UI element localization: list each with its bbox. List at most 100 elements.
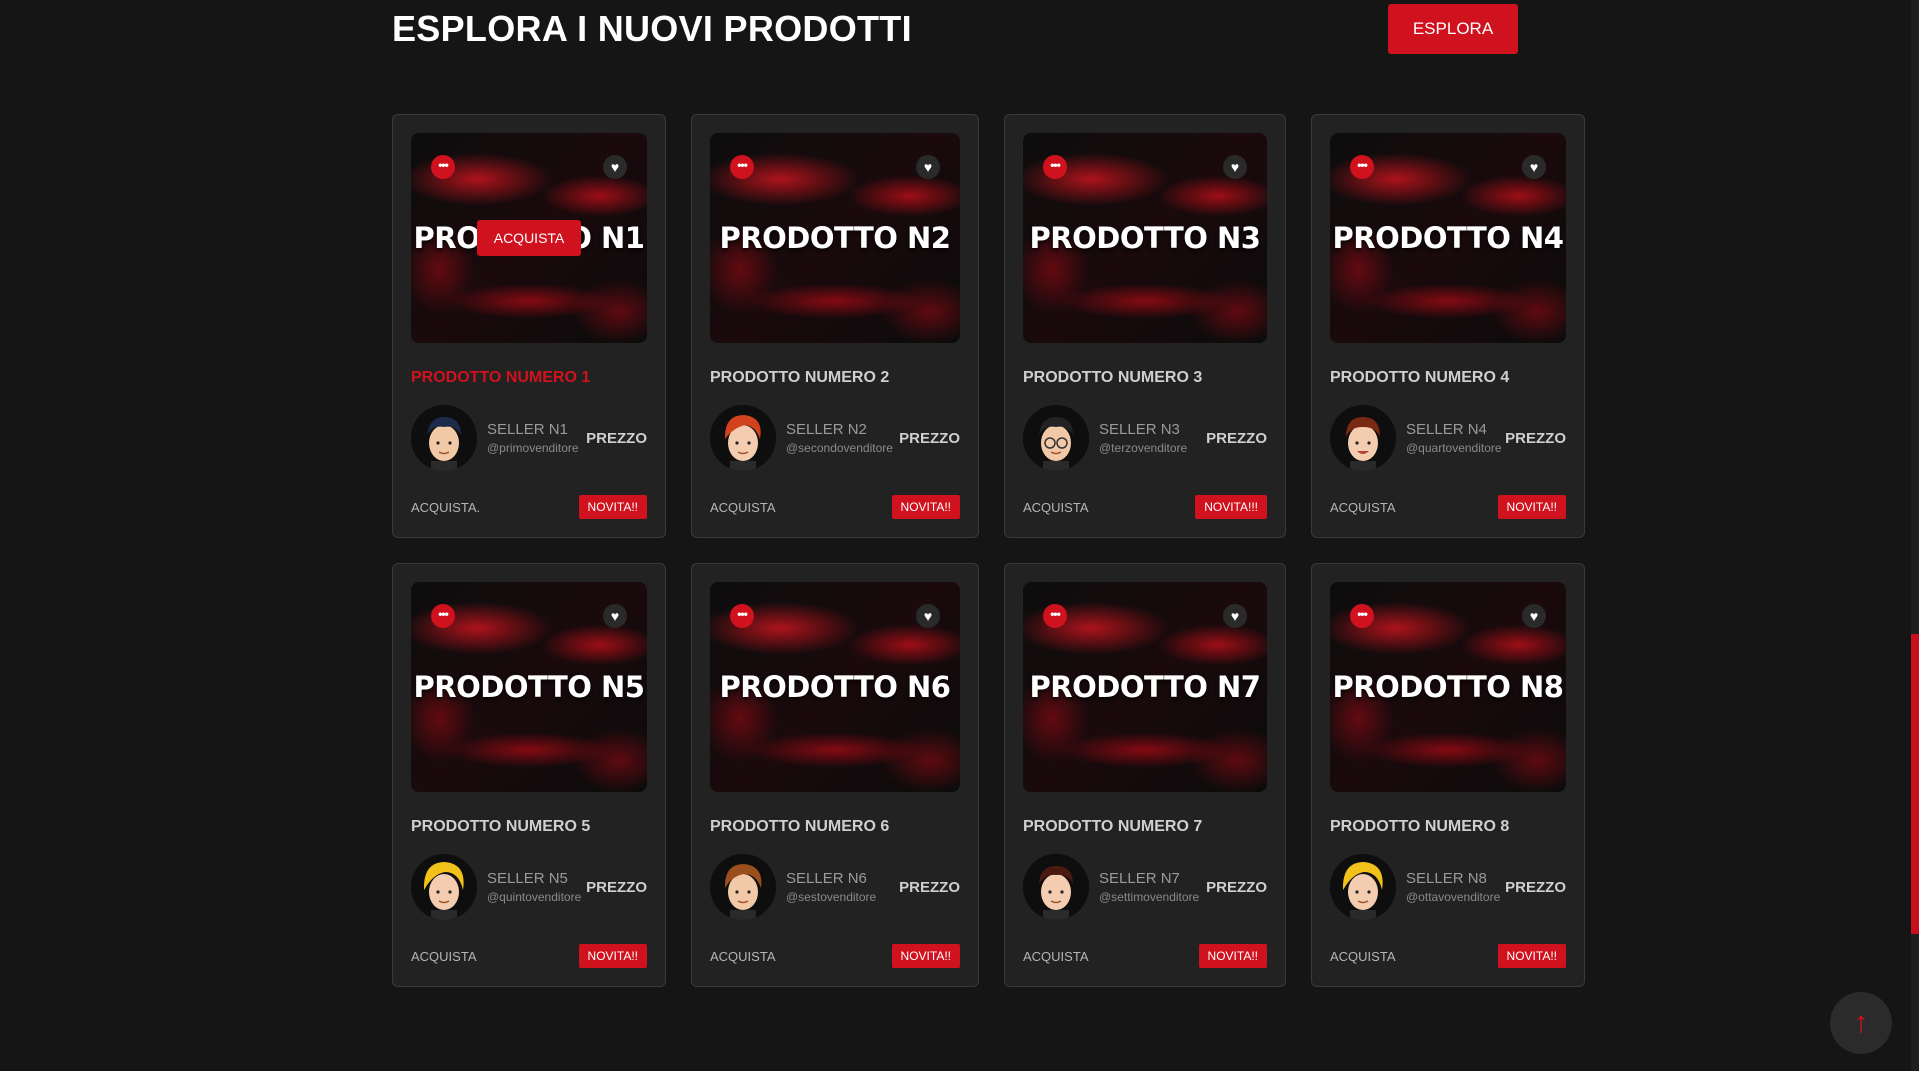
more-dots-icon[interactable]: ••• [1350,155,1374,179]
product-card[interactable]: ••• ♥ PRODOTTO N2 PRODOTTO NUMERO 2 SELL… [691,114,979,538]
price: PREZZO [1505,878,1566,896]
seller-name[interactable]: SELLER N1 [487,421,586,438]
product-title[interactable]: PRODOTTO NUMERO 3 [1023,369,1267,387]
product-card[interactable]: ••• ♥ PRODOTTO N5 PRODOTTO NUMERO 5 SELL… [392,563,666,987]
seller-handle[interactable]: @quartovenditore [1406,441,1505,455]
product-thumbnail[interactable]: ••• ♥ PRODOTTO N2 [710,133,960,343]
price: PREZZO [899,878,960,896]
more-dots-icon[interactable]: ••• [730,604,754,628]
seller-name[interactable]: SELLER N7 [1099,870,1206,887]
seller-info: SELLER N6 @sestovenditore [786,870,899,904]
more-dots-icon[interactable]: ••• [431,155,455,179]
seller-info: SELLER N7 @settimovenditore [1099,870,1206,904]
avatar[interactable] [1023,854,1089,920]
buy-link[interactable]: ACQUISTA [1330,949,1396,964]
price: PREZZO [1206,878,1267,896]
product-card[interactable]: ••• ♥ PRODOTTO N4 PRODOTTO NUMERO 4 SELL… [1311,114,1585,538]
seller-row: SELLER N5 @quintovenditore PREZZO [411,854,647,920]
card-footer: ACQUISTA NOVITA!! [710,944,960,968]
page: ESPLORA I NUOVI PRODOTTI ESPLORA ••• ♥ P… [0,0,1919,1071]
seller-handle[interactable]: @primovenditore [487,441,586,455]
seller-name[interactable]: SELLER N5 [487,870,586,887]
card-footer: ACQUISTA NOVITA!! [1023,944,1267,968]
product-title[interactable]: PRODOTTO NUMERO 8 [1330,818,1566,836]
product-card[interactable]: ••• ♥ PRODOTTO N3 PRODOTTO NUMERO 3 SELL… [1004,114,1286,538]
seller-handle[interactable]: @sestovenditore [786,890,899,904]
heart-icon[interactable]: ♥ [916,155,940,179]
product-title[interactable]: PRODOTTO NUMERO 4 [1330,369,1566,387]
avatar[interactable] [411,854,477,920]
avatar[interactable] [1023,405,1089,471]
new-badge: NOVITA!! [891,495,960,519]
avatar[interactable] [1330,854,1396,920]
thumbnail-label: PRODOTTO N2 [719,221,951,255]
card-footer: ACQUISTA NOVITA!! [1330,944,1566,968]
buy-link[interactable]: ACQUISTA [411,949,477,964]
seller-info: SELLER N5 @quintovenditore [487,870,586,904]
scroll-top-button[interactable]: ↑ [1830,992,1892,1054]
section-title: ESPLORA I NUOVI PRODOTTI [392,8,912,49]
seller-name[interactable]: SELLER N2 [786,421,899,438]
arrow-up-icon: ↑ [1853,1006,1869,1039]
more-dots-icon[interactable]: ••• [1043,155,1067,179]
heart-icon[interactable]: ♥ [603,604,627,628]
card-footer: ACQUISTA. NOVITA!! [411,495,647,519]
explore-button[interactable]: ESPLORA [1388,4,1518,54]
avatar[interactable] [710,405,776,471]
product-title[interactable]: PRODOTTO NUMERO 7 [1023,818,1267,836]
product-title[interactable]: PRODOTTO NUMERO 2 [710,369,960,387]
product-card[interactable]: ••• ♥ PRODOTTO N1 ACQUISTA PRODOTTO NUME… [392,114,666,538]
product-thumbnail[interactable]: ••• ♥ PRODOTTO N4 [1330,133,1566,343]
more-dots-icon[interactable]: ••• [1043,604,1067,628]
seller-name[interactable]: SELLER N4 [1406,421,1505,438]
seller-name[interactable]: SELLER N6 [786,870,899,887]
seller-name[interactable]: SELLER N8 [1406,870,1505,887]
product-card[interactable]: ••• ♥ PRODOTTO N7 PRODOTTO NUMERO 7 SELL… [1004,563,1286,987]
heart-icon[interactable]: ♥ [1223,604,1247,628]
new-badge: NOVITA!!! [1195,495,1267,519]
more-dots-icon[interactable]: ••• [730,155,754,179]
seller-row: SELLER N4 @quartovenditore PREZZO [1330,405,1566,471]
buy-link[interactable]: ACQUISTA [1023,949,1089,964]
heart-icon[interactable]: ♥ [1522,155,1546,179]
product-title[interactable]: PRODOTTO NUMERO 5 [411,818,647,836]
product-thumbnail[interactable]: ••• ♥ PRODOTTO N1 ACQUISTA [411,133,647,343]
buy-link[interactable]: ACQUISTA [710,949,776,964]
heart-icon[interactable]: ♥ [916,604,940,628]
more-dots-icon[interactable]: ••• [1350,604,1374,628]
seller-handle[interactable]: @terzovenditore [1099,441,1206,455]
overlay-buy-button[interactable]: ACQUISTA [477,220,581,256]
product-thumbnail[interactable]: ••• ♥ PRODOTTO N3 [1023,133,1267,343]
scrollbar-thumb[interactable] [1911,634,1919,934]
seller-handle[interactable]: @secondovenditore [786,441,899,455]
product-thumbnail[interactable]: ••• ♥ PRODOTTO N5 [411,582,647,792]
avatar[interactable] [1330,405,1396,471]
buy-link[interactable]: ACQUISTA [710,500,776,515]
buy-link[interactable]: ACQUISTA. [411,500,480,515]
heart-icon[interactable]: ♥ [603,155,627,179]
product-title[interactable]: PRODOTTO NUMERO 1 [411,369,647,387]
seller-handle[interactable]: @ottavovenditore [1406,890,1505,904]
seller-handle[interactable]: @settimovenditore [1099,890,1206,904]
buy-link[interactable]: ACQUISTA [1023,500,1089,515]
product-card[interactable]: ••• ♥ PRODOTTO N8 PRODOTTO NUMERO 8 SELL… [1311,563,1585,987]
heart-icon[interactable]: ♥ [1522,604,1546,628]
more-dots-icon[interactable]: ••• [431,604,455,628]
product-thumbnail[interactable]: ••• ♥ PRODOTTO N8 [1330,582,1566,792]
seller-info: SELLER N2 @secondovenditore [786,421,899,455]
thumbnail-label: PRODOTTO N3 [1029,221,1261,255]
heart-icon[interactable]: ♥ [1223,155,1247,179]
avatar[interactable] [710,854,776,920]
product-thumbnail[interactable]: ••• ♥ PRODOTTO N6 [710,582,960,792]
thumbnail-label: PRODOTTO N4 [1332,221,1564,255]
product-thumbnail[interactable]: ••• ♥ PRODOTTO N7 [1023,582,1267,792]
price: PREZZO [586,878,647,896]
product-card[interactable]: ••• ♥ PRODOTTO N6 PRODOTTO NUMERO 6 SELL… [691,563,979,987]
avatar[interactable] [411,405,477,471]
seller-name[interactable]: SELLER N3 [1099,421,1206,438]
thumbnail-label: PRODOTTO N5 [413,670,645,704]
buy-link[interactable]: ACQUISTA [1330,500,1396,515]
new-badge: NOVITA!! [1497,495,1566,519]
product-title[interactable]: PRODOTTO NUMERO 6 [710,818,960,836]
seller-handle[interactable]: @quintovenditore [487,890,586,904]
